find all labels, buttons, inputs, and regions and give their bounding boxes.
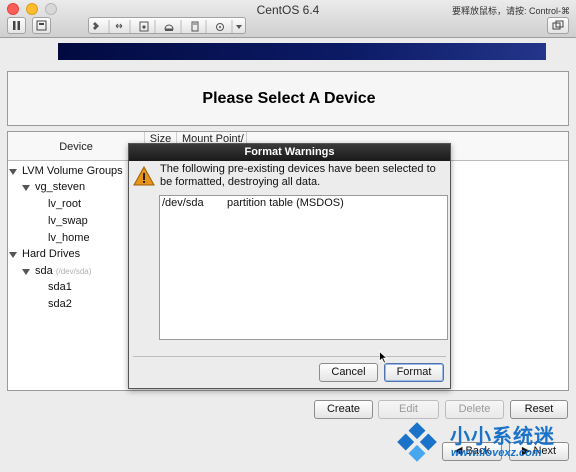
column-header-device[interactable]: Device [8,132,145,160]
tree-item-vg-steven[interactable]: vg_steven [35,181,85,193]
watermark-text: 小小系统迷 [450,424,555,448]
format-warnings-dialog: Format Warnings The following pre-existi… [128,143,451,389]
warning-icon [133,166,155,186]
cancel-button[interactable]: Cancel [319,363,378,382]
edit-button[interactable]: Edit [378,400,439,419]
sda-path: (/dev/sda) [55,267,92,276]
dialog-separator [133,356,446,357]
expand-triangle-icon[interactable] [9,252,17,258]
device-list-row[interactable]: /dev/sda partition table (MSDOS) [160,196,447,211]
pause-button[interactable] [7,17,26,34]
centos-banner [58,43,546,60]
header-panel: Please Select A Device [7,71,569,126]
expand-triangle-icon[interactable] [22,185,30,191]
tree-item-sda2[interactable]: sda2 [48,298,72,310]
delete-button[interactable]: Delete [445,400,504,419]
pause-icon [13,21,20,30]
network-arrows-icon [115,23,123,29]
expand-triangle-icon[interactable] [22,269,30,275]
snapshot-icon [36,20,47,31]
reset-button[interactable]: Reset [510,400,568,419]
format-button[interactable]: Format [384,363,444,382]
tree-item-lv-root[interactable]: lv_root [48,198,81,210]
create-button[interactable]: Create [314,400,373,419]
dialog-title: Format Warnings [244,146,335,158]
snapshot-button[interactable] [32,17,51,34]
page-title: Please Select A Device [202,90,376,107]
hdd-icon [164,24,174,31]
device-description: partition table (MSDOS) [227,197,344,209]
tree-item-hard-drives[interactable]: Hard Drives [22,248,80,260]
release-mouse-hint: 要释放鼠标，请按: Control-⌘ [451,6,570,16]
watermark-url: www.ilovexz.com [451,447,542,459]
tree-item-lvm-volume-groups[interactable]: LVM Volume Groups [22,165,123,177]
window-mode-icon [552,20,564,30]
tree-item-sda1[interactable]: sda1 [48,281,72,293]
device-toolbar-icons [93,20,242,33]
tree-item-lv-swap[interactable]: lv_swap [48,215,88,227]
mouse-cursor-icon [379,351,388,364]
sda-label: sda [35,265,53,277]
watermark-logo-icon [397,422,437,462]
sound-icon [216,23,224,31]
window-titlebar: CentOS 6.4 要释放鼠标，请按: Control-⌘ [0,0,576,38]
window-mode-button[interactable] [547,17,569,34]
settings-wrench-icon [93,22,99,30]
expand-triangle-icon[interactable] [9,169,17,175]
device-list: /dev/sda partition table (MSDOS) [159,195,448,340]
device-path: /dev/sda [162,197,204,209]
dropdown-icon [236,25,242,29]
tree-item-sda[interactable]: sda (/dev/sda) [35,265,91,277]
usb-icon [191,21,199,32]
device-toolbar [88,17,246,34]
tree-item-lv-home[interactable]: lv_home [48,232,90,244]
disk-icon [139,21,149,32]
dialog-message: The following pre-existing devices have … [160,163,436,188]
dialog-titlebar: Format Warnings [129,144,450,161]
